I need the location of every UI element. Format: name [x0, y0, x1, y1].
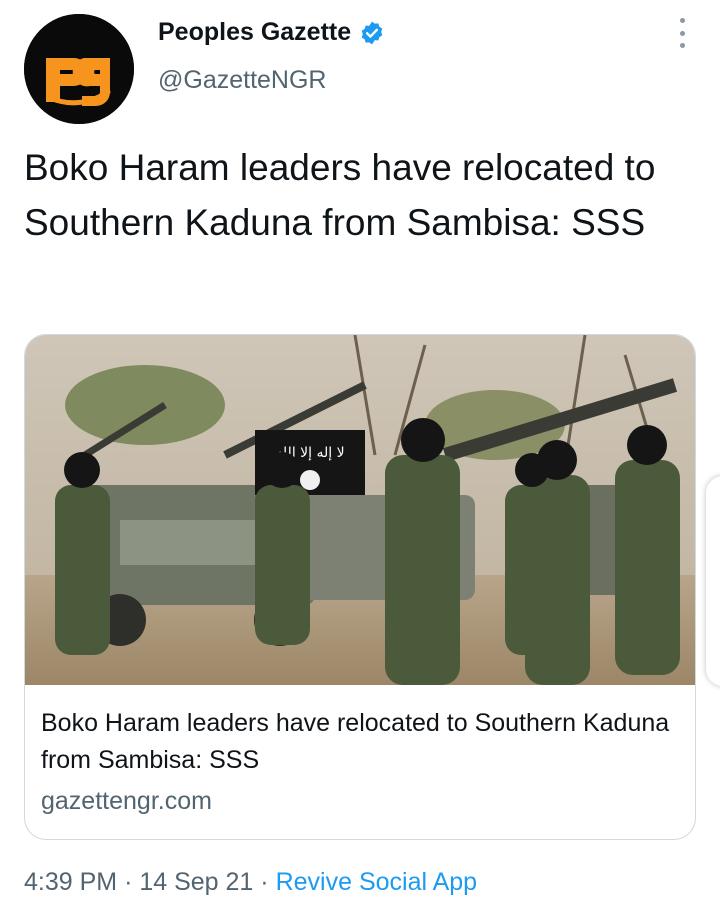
card-title[interactable]: Boko Haram leaders have relocated to Sou… — [41, 705, 679, 779]
tweet-meta: 4:39 PM · 14 Sep 21 · Revive Social App — [24, 868, 477, 897]
gazette-logo-icon — [24, 14, 134, 124]
meta-separator: · — [124, 868, 133, 896]
tweet-text: Boko Haram leaders have relocated to Sou… — [24, 147, 656, 243]
verified-badge-icon — [359, 20, 385, 46]
card-body[interactable]: Boko Haram leaders have relocated to Sou… — [25, 685, 695, 816]
tweet: Peoples Gazette @GazetteNGR Boko Haram l… — [0, 0, 720, 923]
avatar[interactable] — [24, 14, 134, 124]
edge-panel-handle[interactable] — [706, 476, 720, 686]
link-card[interactable]: ﻻ إله إلا الله Boko Haram leaders have r… — [24, 334, 696, 840]
meta-separator: · — [260, 868, 269, 896]
display-name-row[interactable]: Peoples Gazette — [158, 18, 385, 47]
more-vertical-icon[interactable] — [674, 18, 690, 48]
tweet-date[interactable]: 14 Sep 21 — [139, 868, 253, 896]
tweet-time[interactable]: 4:39 PM — [24, 868, 117, 896]
user-handle[interactable]: @GazetteNGR — [158, 66, 326, 95]
card-image[interactable]: ﻻ إله إلا الله — [25, 335, 695, 685]
tweet-source-link[interactable]: Revive Social App — [276, 868, 478, 896]
card-domain[interactable]: gazettengr.com — [41, 787, 679, 816]
display-name[interactable]: Peoples Gazette — [158, 18, 351, 47]
